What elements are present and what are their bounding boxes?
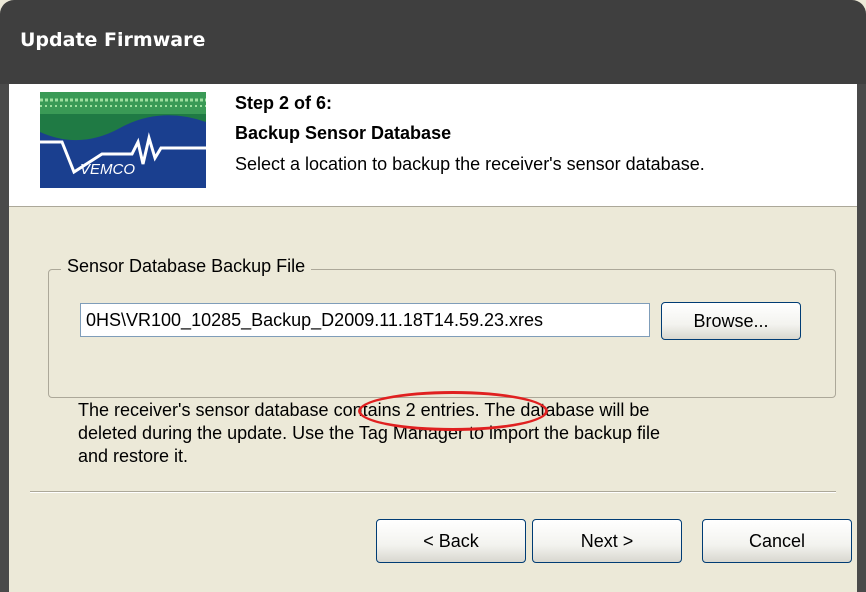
info-line: and restore it. (78, 446, 189, 466)
backup-file-path-input[interactable] (80, 303, 650, 337)
info-text: The receiver's sensor database contains … (78, 399, 798, 468)
back-button[interactable]: < Back (376, 519, 526, 563)
next-button[interactable]: Next > (532, 519, 682, 563)
info-line: The receiver's sensor database contains … (78, 400, 650, 420)
group-label: Sensor Database Backup File (61, 256, 312, 277)
wizard-header: VEMCO Step 2 of 6: Backup Sensor Databas… (9, 84, 857, 207)
separator (30, 491, 836, 493)
window-frame-right (857, 84, 866, 592)
cancel-button[interactable]: Cancel (702, 519, 852, 563)
title-bar[interactable]: Update Firmware (0, 0, 866, 84)
browse-button[interactable]: Browse... (661, 302, 801, 340)
window-title: Update Firmware (20, 29, 206, 51)
svg-text:VEMCO: VEMCO (80, 161, 135, 178)
info-line: deleted during the update. Use the Tag M… (78, 423, 661, 443)
step-title: Backup Sensor Database (235, 123, 452, 143)
window-frame-left (0, 84, 9, 592)
vemco-logo: VEMCO (40, 92, 206, 188)
step-indicator: Step 2 of 6: (235, 93, 333, 113)
step-description: Select a location to backup the receiver… (235, 154, 705, 174)
